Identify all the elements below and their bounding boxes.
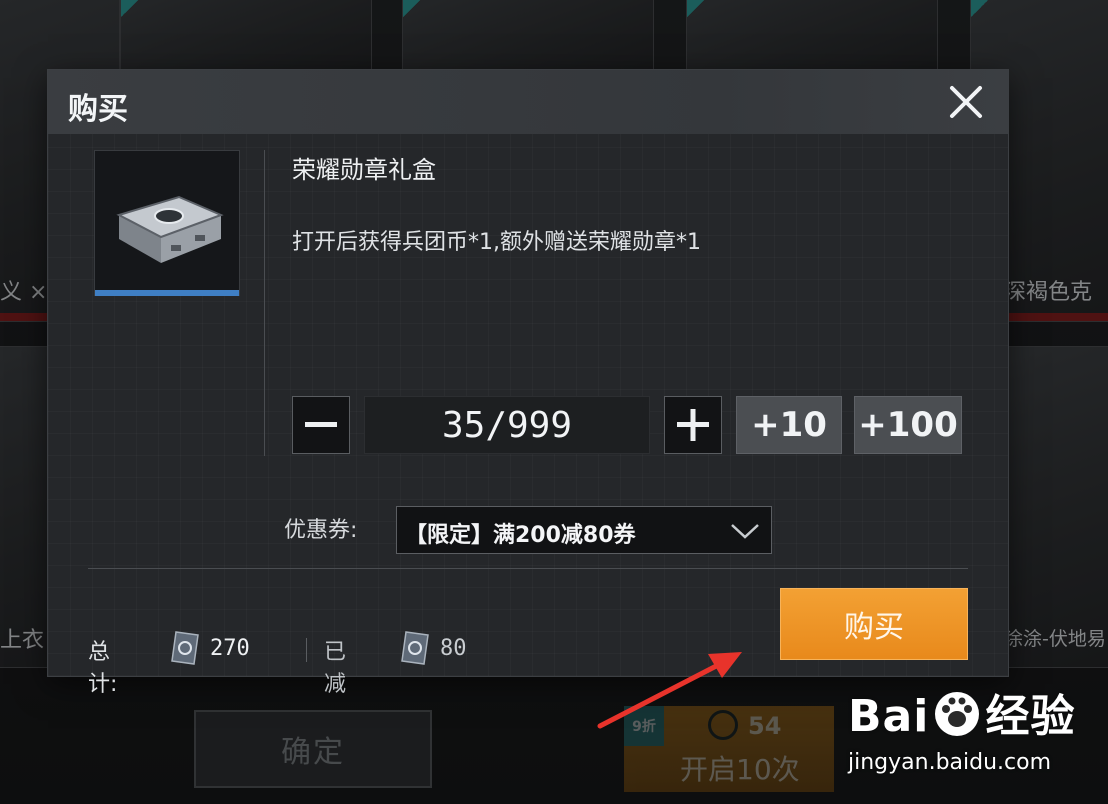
discount-value: 80 [440, 636, 467, 661]
watermark-brand: Bai [848, 691, 930, 742]
discount-label: 已减 [324, 640, 347, 697]
paw-logo-icon [935, 692, 980, 736]
add-100-button[interactable]: +100 [854, 396, 962, 454]
item-thumbnail [94, 150, 240, 296]
divider [306, 638, 307, 662]
watermark-brand-cn: 经验 [985, 691, 1076, 742]
total-value: 270 [210, 636, 250, 661]
close-icon [950, 86, 982, 118]
baidu-watermark: Bai 经验 jingyan.baidu.com [848, 680, 1076, 775]
coupon-ticket-icon [171, 631, 199, 665]
minus-icon [305, 422, 337, 427]
item-name: 荣耀勋章礼盒 [292, 156, 436, 184]
coupon-dropdown[interactable]: 【限定】满200减80券 [396, 506, 772, 554]
watermark-url: jingyan.baidu.com [848, 750, 1052, 775]
purchase-dialog: 购买 荣耀勋章礼盒 打开后获得兵团币*1,额外赠送荣耀勋章*1 35/999 +… [48, 70, 1008, 697]
annotation-arrow [597, 652, 742, 729]
coupon-label: 优惠券: [284, 518, 358, 543]
close-button[interactable] [946, 82, 986, 122]
gift-case-icon [116, 195, 224, 263]
coupon-selected: 【限定】满200减80券 [405, 523, 636, 548]
decrease-button[interactable] [292, 396, 350, 454]
buy-button[interactable]: 购买 [780, 588, 968, 660]
divider [88, 568, 968, 569]
quantity-input[interactable]: 35/999 [364, 396, 650, 454]
rarity-bar [95, 290, 239, 296]
dialog-header: 购买 [48, 70, 1008, 134]
coupon-ticket-icon [401, 631, 429, 665]
increase-button[interactable] [664, 396, 722, 454]
total-label: 总计: [88, 640, 118, 697]
plus-icon [677, 409, 709, 441]
add-10-button[interactable]: +10 [736, 396, 842, 454]
dialog-title: 购买 [68, 92, 128, 127]
chevron-down-icon [731, 524, 759, 539]
divider [264, 150, 265, 456]
item-description: 打开后获得兵团币*1,额外赠送荣耀勋章*1 [292, 230, 701, 255]
